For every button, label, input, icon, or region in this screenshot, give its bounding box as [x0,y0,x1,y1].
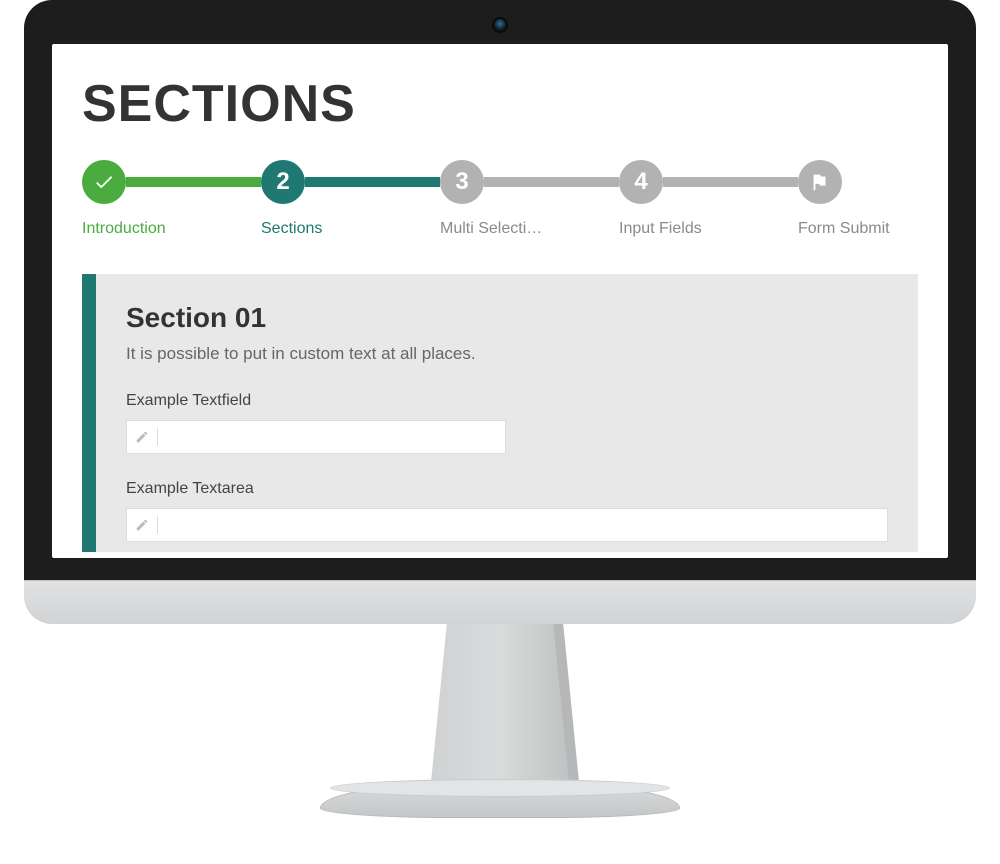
step-indicator-idle: 3 [440,160,484,204]
step-label: Input Fields [619,220,749,238]
step-label: Multi Selecti… [440,220,570,238]
pencil-icon [135,518,149,532]
step-label: Form Submit [798,220,918,238]
step-indicator-done [82,160,126,204]
step-connector [663,177,798,187]
check-icon [93,171,115,193]
step-indicator-idle [798,160,842,204]
pencil-icon [135,430,149,444]
textfield-wrapper[interactable] [126,420,506,454]
step-connector [126,177,261,187]
monitor-bezel: SECTIONS Introduction [24,0,976,580]
step-form-submit[interactable]: Form Submit [798,160,918,238]
section-card: Section 01 It is possible to put in cust… [82,274,918,552]
section-title: Section 01 [126,302,888,334]
monitor-frame: SECTIONS Introduction [24,0,976,624]
step-connector [484,177,619,187]
step-indicator-active: 2 [261,160,305,204]
section-description: It is possible to put in custom text at … [126,344,888,364]
screen: SECTIONS Introduction [52,44,948,558]
example-textarea-input[interactable] [166,517,879,533]
field-label-textfield: Example Textfield [126,392,888,410]
step-connector [305,177,440,187]
page-content: SECTIONS Introduction [52,44,948,552]
step-sections[interactable]: 2 Sections [261,160,440,238]
step-multi-selection[interactable]: 3 Multi Selecti… [440,160,619,238]
step-label: Introduction [82,220,212,238]
monitor-stand [300,624,700,864]
stand-foot-top [330,779,670,797]
step-label: Sections [261,220,391,238]
stepper: Introduction 2 Sections 3 [82,160,918,238]
page-title: SECTIONS [82,74,918,134]
stand-neck [430,624,570,792]
step-input-fields[interactable]: 4 Input Fields [619,160,798,238]
monitor-chin [24,580,976,624]
separator [157,428,158,446]
separator [157,516,158,534]
step-indicator-idle: 4 [619,160,663,204]
camera-icon [494,19,506,31]
example-textfield-input[interactable] [166,429,497,445]
field-label-textarea: Example Textarea [126,480,888,498]
textarea-wrapper[interactable] [126,508,888,542]
flag-icon [809,171,831,193]
step-introduction[interactable]: Introduction [82,160,261,238]
